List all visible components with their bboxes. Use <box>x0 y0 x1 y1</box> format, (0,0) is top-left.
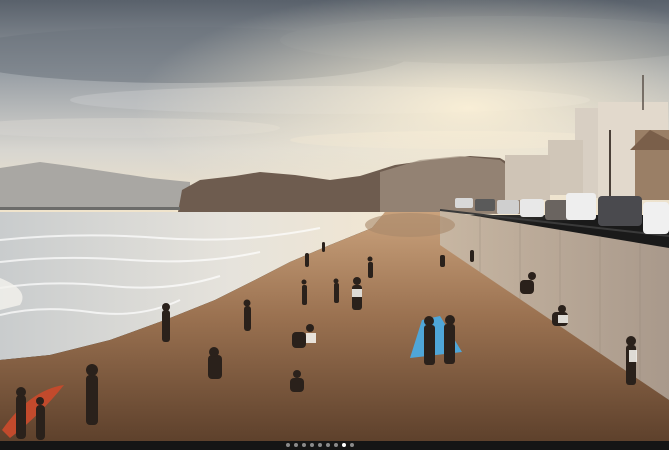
carousel-dot[interactable] <box>294 443 298 447</box>
carousel-dot[interactable] <box>326 443 330 447</box>
pier <box>0 207 180 210</box>
carousel-indicator-bar <box>0 441 669 450</box>
carousel-dot[interactable] <box>310 443 314 447</box>
carousel-dots <box>286 443 354 447</box>
carousel-dot[interactable] <box>318 443 322 447</box>
beach-photo <box>0 0 669 441</box>
carousel-dot[interactable] <box>334 443 338 447</box>
photo-scene <box>0 0 669 441</box>
carousel-dot[interactable] <box>302 443 306 447</box>
carousel-dot[interactable] <box>286 443 290 447</box>
carousel-dot[interactable] <box>350 443 354 447</box>
carousel-dot[interactable] <box>342 443 346 447</box>
